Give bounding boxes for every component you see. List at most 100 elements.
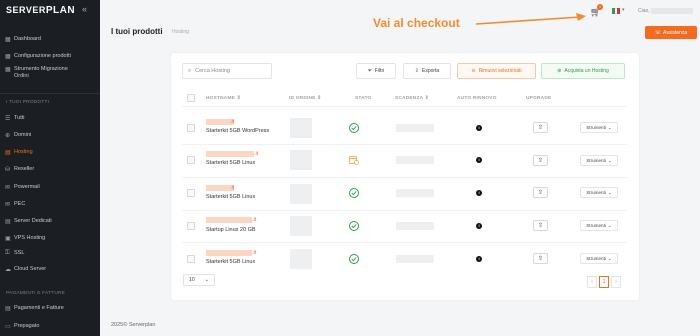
export-icon: ⇩ — [414, 68, 419, 74]
chevron-down-icon: ⌄ — [607, 222, 612, 228]
sidebar: SERVERPLAN « ▦ Dashboard ▦ Configurazione … — [0, 0, 100, 336]
list-icon: ☰ — [5, 115, 11, 122]
hostname-tld[interactable]: .it — [230, 185, 234, 191]
row-checkbox[interactable] — [187, 255, 195, 263]
filter-button[interactable]: ⏷ Filtri — [356, 63, 396, 79]
expiry-redacted — [396, 255, 434, 263]
upgrade-button[interactable]: ⇧ — [533, 155, 548, 166]
row-checkbox[interactable] — [187, 156, 195, 164]
sidebar-item-server-dedicati[interactable]: ▤ Server Dedicati — [5, 215, 52, 227]
invoice-icon: ▤ — [5, 305, 11, 312]
info-icon[interactable]: i — [476, 190, 482, 196]
tools-dropdown[interactable]: Strumenti ⌄ — [580, 155, 618, 166]
page-size-select[interactable]: 10 ⌄ — [183, 274, 215, 286]
upgrade-button[interactable]: ⇧ — [533, 253, 548, 264]
order-id-redacted — [290, 118, 312, 138]
search-icon: ⌕ — [188, 67, 192, 74]
info-icon[interactable]: i — [476, 256, 482, 262]
hostname-tld[interactable]: .it — [252, 250, 256, 256]
hostname-tld[interactable]: .it — [254, 151, 258, 157]
order-id-redacted — [290, 216, 312, 236]
sidebar-item-migrazione[interactable]: ▦ Strumento Migrazione Ordini — [5, 66, 68, 82]
sidebar-item-pagamenti[interactable]: ▤ Pagamenti e Fatture — [5, 302, 64, 314]
add-hosting-button[interactable]: ⊕ Acquista un Hosting — [541, 63, 625, 79]
col-hostname[interactable]: HOSTNAME ⇕ — [206, 96, 241, 101]
sidebar-item-domini[interactable]: ⊕ Domini — [5, 129, 31, 141]
status-active-icon — [349, 254, 359, 264]
row-checkbox[interactable] — [187, 124, 195, 132]
tools-dropdown[interactable]: Strumenti ⌄ — [580, 220, 618, 231]
select-all-checkbox[interactable] — [187, 94, 195, 102]
sidebar-item-vps[interactable]: ▣ VPS Hosting — [5, 232, 45, 244]
breadcrumb[interactable]: Hosting — [172, 29, 189, 35]
assistenza-button[interactable]: ☏ Assistenza — [645, 26, 697, 39]
remove-selected-button[interactable]: ⊖ Rimuovi selezionati — [457, 63, 536, 79]
info-icon[interactable]: i — [476, 223, 482, 229]
reseller-icon: ⛁ — [5, 166, 11, 173]
row-checkbox[interactable] — [187, 222, 195, 230]
cloud-icon: ☁ — [5, 266, 11, 273]
globe-icon: ⊕ — [5, 132, 11, 139]
info-icon[interactable]: i — [476, 125, 482, 131]
sidebar-item-hosting[interactable]: ▤ Hosting — [5, 146, 33, 158]
sidebar-item-ssl[interactable]: ⚿ SSL — [5, 247, 24, 259]
expiry-redacted — [396, 156, 434, 164]
info-icon[interactable]: i — [476, 157, 482, 163]
col-expiry[interactable]: SCADENZA ⇕ — [395, 96, 429, 101]
next-page-button[interactable]: › — [611, 276, 621, 288]
prev-page-button[interactable]: ‹ — [587, 276, 597, 288]
sidebar-item-reseller[interactable]: ⛁ Reseller — [5, 163, 34, 175]
page-title: I tuoi prodotti — [111, 27, 163, 36]
expiry-redacted — [396, 189, 434, 197]
export-button[interactable]: ⇩ Esporta — [403, 63, 451, 79]
lock-icon: ⚿ — [5, 249, 10, 256]
col-order-id[interactable]: ID ORDINE ⇕ — [289, 96, 321, 101]
order-id-redacted — [290, 184, 312, 204]
italian-flag-icon[interactable] — [612, 8, 621, 14]
chevron-down-icon: ⌄ — [607, 124, 612, 130]
row-divider — [182, 177, 627, 178]
language-chevron-down-icon[interactable]: ▾ — [622, 7, 625, 13]
expiry-redacted — [396, 124, 434, 132]
upgrade-button[interactable]: ⇧ — [533, 122, 548, 133]
col-status: STATO — [355, 96, 372, 101]
wallet-icon: ▭ — [5, 323, 11, 330]
collapse-sidebar-icon[interactable]: « — [82, 4, 87, 14]
page-1-button[interactable]: 1 — [599, 276, 609, 288]
vps-icon: ▣ — [5, 235, 11, 242]
chevron-down-icon: ⌄ — [607, 255, 612, 261]
hostname-redacted — [206, 250, 252, 256]
sidebar-item-tutti[interactable]: ☰ Tutti — [5, 112, 25, 124]
upgrade-arrow-icon: ⇧ — [537, 223, 544, 229]
chevron-down-icon: ⌄ — [607, 189, 612, 195]
hostname-tld[interactable]: .it — [252, 217, 256, 223]
mail-icon: ✉ — [5, 184, 11, 191]
plan-name: Starterkit 5GB WordPress — [206, 128, 270, 134]
plan-name: Startup Linux 20 GB — [206, 227, 256, 233]
tools-dropdown[interactable]: Strumenti ⌄ — [580, 187, 618, 198]
serverplan-logo[interactable]: SERVERPLAN — [6, 5, 75, 16]
user-greeting[interactable]: Ciao, — [638, 8, 650, 14]
row-divider — [182, 144, 627, 145]
expiry-redacted — [396, 222, 434, 230]
sidebar-item-configurazione[interactable]: ▦ Configurazione prodotti — [5, 50, 71, 62]
server-icon: ▤ — [5, 149, 11, 156]
upgrade-button[interactable]: ⇧ — [533, 187, 548, 198]
sidebar-item-cloud[interactable]: ☁ Cloud Server — [5, 263, 46, 275]
upgrade-button[interactable]: ⇧ — [533, 220, 548, 231]
sidebar-item-prepagato[interactable]: ▭ Prepagato — [5, 320, 39, 332]
grid-icon: ▦ — [5, 36, 11, 43]
grid-icon: ▦ — [5, 67, 11, 73]
search-input[interactable]: ⌕ Cerca Hosting — [182, 63, 272, 79]
chevron-down-icon: ⌄ — [607, 157, 612, 163]
row-checkbox[interactable] — [187, 189, 195, 197]
tools-dropdown[interactable]: Strumenti ⌄ — [580, 122, 618, 133]
hostname-tld[interactable]: .it — [230, 119, 234, 125]
sidebar-item-powermail[interactable]: ✉ Powermail — [5, 181, 40, 193]
tools-dropdown[interactable]: Strumenti ⌄ — [580, 253, 618, 264]
sidebar-item-dashboard[interactable]: ▦ Dashboard — [5, 33, 41, 45]
col-upgrade: UPGRADE — [526, 96, 552, 101]
order-id-redacted — [290, 249, 312, 269]
sidebar-item-pec[interactable]: ✉ PEC — [5, 198, 25, 210]
order-id-redacted — [290, 150, 312, 170]
